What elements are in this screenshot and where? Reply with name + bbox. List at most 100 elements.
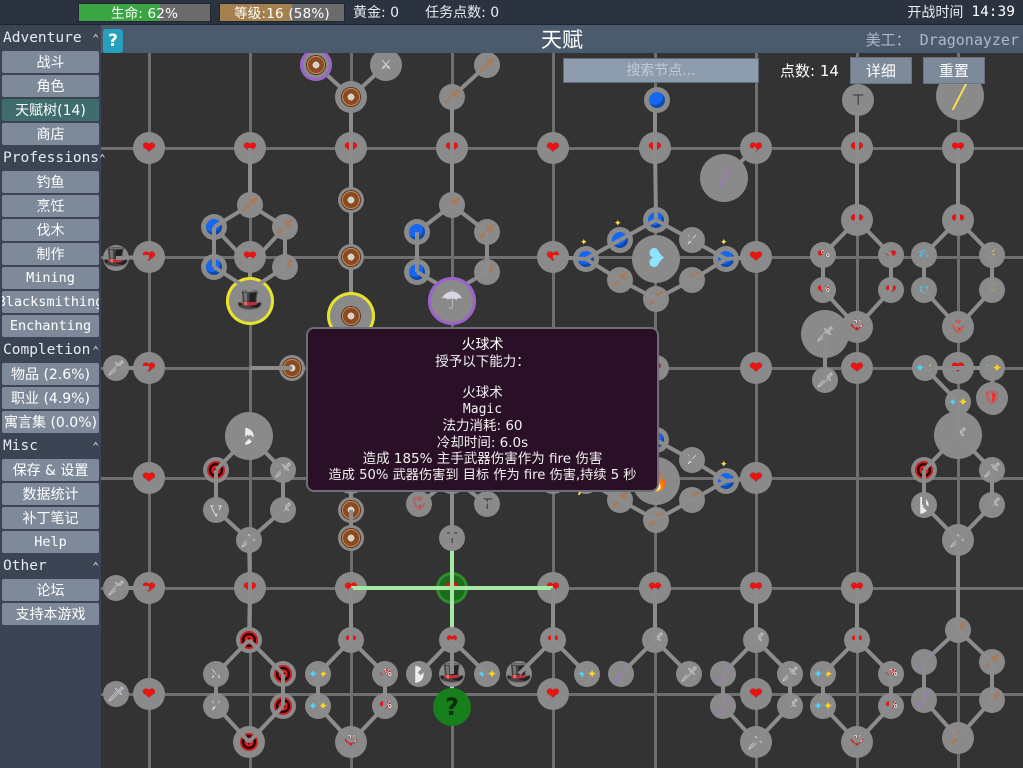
heart-icon: ❤ — [546, 686, 559, 702]
sidebar-item-3-3[interactable]: Help — [2, 531, 99, 553]
sidebar-item-1-0[interactable]: 钓鱼 — [2, 171, 99, 193]
tree-link — [755, 705, 792, 744]
talent-node[interactable]: 🛡 — [976, 382, 1008, 414]
sidebar-item-4-1[interactable]: 支持本游戏 — [2, 603, 99, 625]
tree-link — [755, 639, 792, 676]
tooltip-gap — [312, 370, 653, 385]
talent-node[interactable]: 🎩 — [226, 277, 274, 325]
tree-link — [821, 674, 825, 706]
sidebar-item-label: 烹饪 — [37, 196, 65, 216]
sidebar-item-4-0[interactable]: 论坛 — [2, 579, 99, 601]
tooltip-cooldown: 冷却时间: 6.0s — [312, 435, 653, 452]
sidebar-item-label: 寓言集 (0.0%) — [4, 412, 97, 432]
sword-icon: 🗡 — [106, 687, 125, 702]
tree-link — [923, 289, 960, 329]
tree-link — [990, 662, 994, 700]
sidebar-item-3-1[interactable]: 数据统计 — [2, 483, 99, 505]
tooltip-mana-cost: 法力消耗: 60 — [312, 418, 653, 435]
search-input[interactable] — [563, 58, 759, 83]
talent-node[interactable]: ⚔ — [370, 53, 402, 81]
quest-node[interactable]: ? — [433, 688, 471, 726]
help-icon[interactable]: ? — [103, 29, 123, 53]
sidebar-item-3-2[interactable]: 补丁笔记 — [2, 507, 99, 529]
talent-node[interactable]: ❤ — [740, 352, 772, 384]
sidebar-item-1-5[interactable]: Blacksmithing — [2, 291, 99, 313]
sidebar-section-professions[interactable]: Professions⌃ — [0, 146, 101, 170]
tree-link — [485, 232, 489, 272]
sidebar-section-other[interactable]: Other⌃ — [0, 554, 101, 578]
status-bar: 生命: 62% 等级:16 (58%) 黄金: 0 任务点数: 0 开战时间 1… — [0, 0, 1023, 25]
tree-link — [653, 588, 657, 640]
tree-link — [281, 674, 285, 706]
talent-node[interactable] — [338, 244, 364, 270]
sidebar-section-label: Misc — [3, 438, 38, 454]
page-header: 天赋 美工： Dragonayzer — [101, 25, 1023, 53]
sidebar-item-label: Blacksmithing — [2, 294, 99, 310]
wand-icon: 🗡 — [478, 58, 496, 72]
talent-node[interactable]: ❥ — [632, 235, 680, 283]
talent-node[interactable]: 🗡 — [103, 681, 129, 707]
tree-link — [889, 255, 893, 290]
talent-node[interactable]: ❤ — [537, 678, 569, 710]
tree-link — [450, 97, 454, 148]
sidebar-section-completion[interactable]: Completion⌃ — [0, 338, 101, 362]
sidebar-section-misc[interactable]: Misc⌃ — [0, 434, 101, 458]
sidebar-item-label: 职业 (4.9%) — [11, 388, 90, 408]
sidebar-section-label: Professions — [3, 150, 99, 166]
sidebar-item-1-2[interactable]: 伐木 — [2, 219, 99, 241]
tree-link — [518, 639, 555, 676]
sidebar-item-1-1[interactable]: 烹饪 — [2, 195, 99, 217]
health-bar-label: 生命: 62% — [111, 3, 178, 22]
page-title: 天赋 — [541, 24, 583, 54]
talent-node[interactable]: ❤ — [740, 241, 772, 273]
tree-link — [212, 227, 216, 267]
sidebar-item-2-1[interactable]: 职业 (4.9%) — [2, 387, 99, 409]
sidebar-item-0-1[interactable]: 角色 — [2, 75, 99, 97]
talent-node[interactable] — [644, 87, 670, 113]
talent-node[interactable]: 🗡 — [474, 53, 500, 78]
talent-node[interactable]: ❤ — [841, 352, 873, 384]
tree-link-allocated — [351, 586, 452, 590]
sidebar-section-adventure[interactable]: Adventure⌃ — [0, 26, 101, 50]
talent-node[interactable] — [338, 525, 364, 551]
sidebar-item-2-0[interactable]: 物品 (2.6%) — [2, 363, 99, 385]
donut-icon — [342, 88, 360, 106]
details-button[interactable]: 详细 — [850, 57, 912, 84]
tree-link — [956, 588, 960, 630]
reset-button[interactable]: 重置 — [923, 57, 985, 84]
talent-node[interactable]: ⊤ — [842, 84, 874, 116]
talent-node[interactable]: ❤ — [740, 462, 772, 494]
sidebar-item-2-2[interactable]: 寓言集 (0.0%) — [2, 411, 99, 433]
talent-node[interactable]: ❤ — [133, 678, 165, 710]
heart-icon: ❤ — [142, 686, 155, 702]
sidebar-item-label: 天赋树(14) — [15, 100, 86, 120]
tree-link — [923, 504, 960, 542]
sidebar-item-1-3[interactable]: 制作 — [2, 243, 99, 265]
tree-link — [250, 366, 292, 370]
talent-node[interactable]: 🗡 — [237, 192, 263, 218]
talent-node[interactable] — [338, 187, 364, 213]
tree-link — [214, 470, 218, 510]
tree-link — [788, 674, 792, 706]
talent-node[interactable]: ❤ — [740, 678, 772, 710]
sidebar-item-1-4[interactable]: Mining — [2, 267, 99, 289]
talent-node[interactable]: ☂ — [428, 277, 476, 325]
tree-link — [317, 639, 353, 676]
sidebar-item-0-0[interactable]: 战斗 — [2, 51, 99, 73]
tooltip-ability-name: 火球术 — [312, 385, 653, 402]
sidebar-item-3-0[interactable]: 保存 & 设置 — [2, 459, 99, 481]
sidebar-item-0-2[interactable]: 天赋树(14) — [2, 99, 99, 121]
chevron-up-icon: ⌃ — [92, 33, 99, 44]
tree-link — [281, 470, 285, 510]
talent-node[interactable]: ❤ — [133, 132, 165, 164]
tree-link — [116, 366, 149, 370]
clock: 14:39 — [971, 4, 1015, 20]
talent-node[interactable]: ❤ — [537, 132, 569, 164]
sidebar-item-1-6[interactable]: Enchanting — [2, 315, 99, 337]
tree-link — [956, 540, 960, 588]
tooltip-ability-type: Magic — [312, 402, 653, 419]
talent-node[interactable]: ❤ — [133, 462, 165, 494]
sidebar-item-0-3[interactable]: 商店 — [2, 123, 99, 145]
tree-link — [215, 509, 251, 542]
talent-node[interactable] — [335, 81, 367, 113]
